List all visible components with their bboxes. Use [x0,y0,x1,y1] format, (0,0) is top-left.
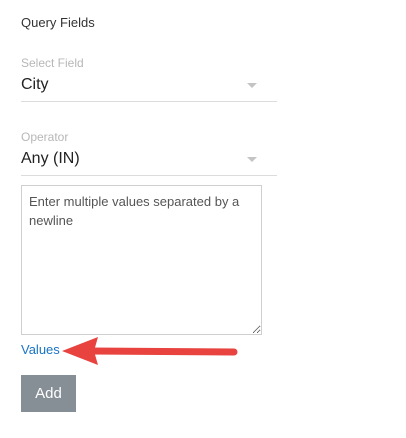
select-field-underline [21,101,277,102]
values-link[interactable]: Values [21,342,60,357]
values-textarea[interactable] [21,185,262,335]
arrow-shaft [86,347,238,356]
operator-label: Operator [21,130,69,144]
operator-value: Any (IN) [21,150,80,167]
select-field-dropdown[interactable]: Select Field City [21,56,277,102]
arrow-head [62,337,98,365]
select-field-label: Select Field [21,56,84,70]
caret-down-icon [247,157,257,162]
red-arrow-icon [62,337,238,365]
query-fields-title: Query Fields [21,15,95,30]
caret-down-icon [247,83,257,88]
operator-dropdown[interactable]: Operator Any (IN) [21,130,277,176]
select-field-value: City [21,76,49,93]
operator-underline [21,175,277,176]
add-button[interactable]: Add [21,375,76,412]
